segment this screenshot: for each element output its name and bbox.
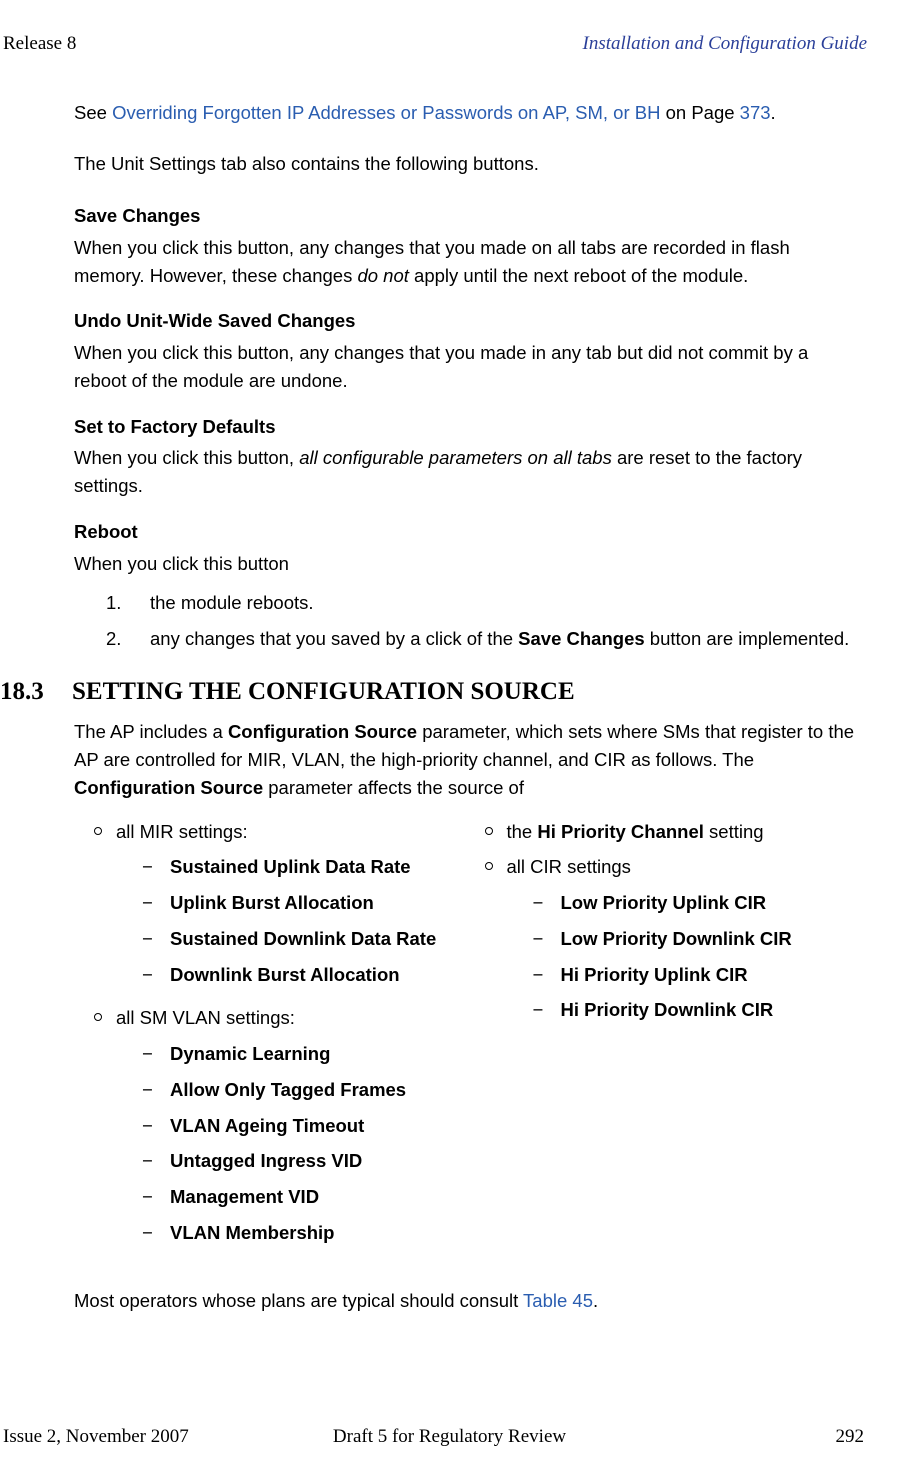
ring-bullet-icon (485, 862, 493, 870)
link-table-45[interactable]: Table 45 (523, 1290, 593, 1311)
footer-issue: Issue 2, November 2007 (3, 1423, 189, 1452)
footer-page-number: 292 (836, 1423, 865, 1452)
list-item: −Hi Priority Downlink CIR (533, 996, 792, 1024)
link-page-373[interactable]: 373 (740, 102, 771, 123)
list-item: −Low Priority Uplink CIR (533, 889, 792, 917)
ring-bullet-icon (94, 827, 102, 835)
ring-bullet-icon (94, 1013, 102, 1021)
list-item: 2. any changes that you saved by a click… (106, 625, 859, 653)
heading-reboot: Reboot (74, 518, 859, 546)
list-item: −Sustained Uplink Data Rate (142, 853, 436, 881)
list-item: 1. the module reboots. (106, 589, 859, 617)
consult-para: Most operators whose plans are typical s… (74, 1287, 859, 1315)
see-reference: See Overriding Forgotten IP Addresses or… (74, 99, 859, 127)
body-save-changes: When you click this button, any changes … (74, 234, 859, 290)
list-item: −Management VID (142, 1183, 406, 1211)
list-item: all CIR settings −Low Priority Uplink CI… (485, 853, 860, 1032)
list-item: −VLAN Membership (142, 1219, 406, 1247)
column-right: the Hi Priority Channel setting all CIR … (485, 818, 860, 1263)
header-doc-title: Installation and Configuration Guide (583, 30, 867, 59)
list-item: −Sustained Downlink Data Rate (142, 925, 436, 953)
list-item: −Uplink Burst Allocation (142, 889, 436, 917)
body-factory: When you click this button, all configur… (74, 444, 859, 500)
list-item: −Low Priority Downlink CIR (533, 925, 792, 953)
reboot-list: 1. the module reboots. 2. any changes th… (74, 589, 859, 653)
config-source-para: The AP includes a Configuration Source p… (74, 718, 859, 801)
heading-undo: Undo Unit-Wide Saved Changes (74, 307, 859, 335)
heading-factory: Set to Factory Defaults (74, 413, 859, 441)
section-title: SETTING THE CONFIGURATION SOURCE (72, 673, 575, 711)
header-release: Release 8 (0, 30, 76, 59)
unit-settings-intro: The Unit Settings tab also contains the … (74, 150, 859, 178)
list-item: the Hi Priority Channel setting (485, 818, 860, 846)
link-overriding[interactable]: Overriding Forgotten IP Addresses or Pas… (112, 102, 660, 123)
list-item: −Untagged Ingress VID (142, 1147, 406, 1175)
list-item: all MIR settings: −Sustained Uplink Data… (94, 818, 469, 997)
page-header: Release 8 Installation and Configuration… (0, 30, 867, 59)
list-item: −Downlink Burst Allocation (142, 961, 436, 989)
body-undo: When you click this button, any changes … (74, 339, 859, 395)
list-item: −Allow Only Tagged Frames (142, 1076, 406, 1104)
list-item: all SM VLAN settings: −Dynamic Learning … (94, 1004, 469, 1254)
footer-draft: Draft 5 for Regulatory Review (333, 1423, 566, 1452)
section-heading: 18.3 SETTING THE CONFIGURATION SOURCE (0, 673, 867, 711)
settings-columns: all MIR settings: −Sustained Uplink Data… (74, 818, 859, 1263)
heading-save-changes: Save Changes (74, 202, 859, 230)
page-footer: Issue 2, November 2007 Draft 5 for Regul… (0, 1423, 899, 1452)
ring-bullet-icon (485, 827, 493, 835)
column-left: all MIR settings: −Sustained Uplink Data… (94, 818, 469, 1263)
body-reboot: When you click this button (74, 550, 859, 578)
list-item: −Hi Priority Uplink CIR (533, 961, 792, 989)
list-item: −VLAN Ageing Timeout (142, 1112, 406, 1140)
list-item: −Dynamic Learning (142, 1040, 406, 1068)
section-number: 18.3 (0, 673, 52, 711)
